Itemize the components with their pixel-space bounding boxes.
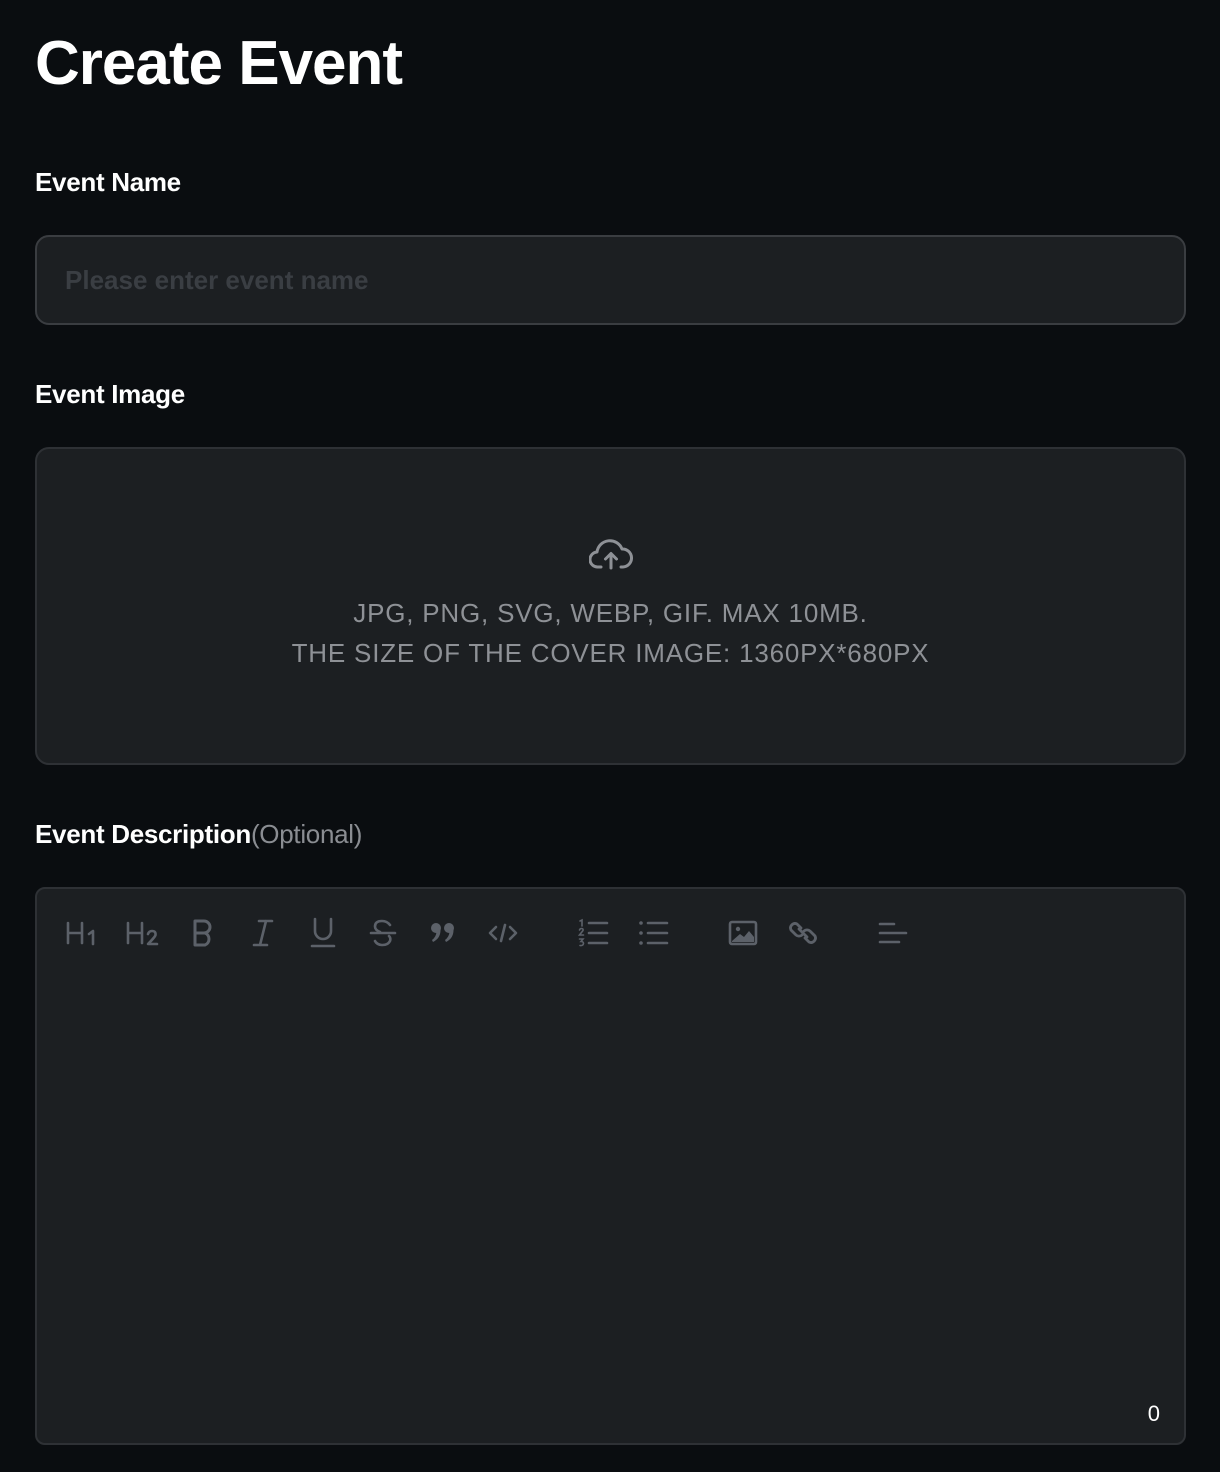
event-name-label: Event Name	[35, 167, 181, 197]
italic-button[interactable]	[243, 913, 283, 953]
heading-2-icon	[126, 921, 159, 946]
event-image-label: Event Image	[35, 379, 185, 409]
align-left-icon	[878, 922, 908, 944]
event-description-label-text: Event Description	[35, 819, 251, 849]
page-title: Create Event	[35, 29, 403, 98]
optional-tag: (Optional)	[250, 819, 363, 849]
underline-button[interactable]	[303, 913, 343, 953]
cloud-upload-icon	[589, 539, 633, 570]
bold-icon	[193, 919, 212, 947]
code-icon	[488, 923, 518, 943]
insert-link-button[interactable]	[783, 913, 823, 953]
ordered-list-button[interactable]	[573, 913, 613, 953]
insert-image-button[interactable]	[723, 913, 763, 953]
code-button[interactable]	[483, 913, 523, 953]
description-editor: 0	[35, 887, 1186, 1445]
bold-button[interactable]	[183, 913, 223, 953]
align-button[interactable]	[873, 913, 913, 953]
bullet-list-button[interactable]	[633, 913, 673, 953]
strikethrough-button[interactable]	[363, 913, 403, 953]
event-description-label: Event Description(Optional)	[35, 818, 362, 850]
bullet-list-icon	[639, 921, 669, 945]
editor-toolbar	[37, 889, 1184, 979]
upload-format-hint: JPG, PNG, SVG, WEBP, GIF. MAX 10MB.	[353, 598, 868, 628]
link-icon	[789, 922, 817, 944]
heading-1-icon	[66, 921, 95, 946]
heading-2-button[interactable]	[123, 913, 163, 953]
heading-1-button[interactable]	[63, 913, 103, 953]
event-name-input[interactable]	[35, 235, 1186, 325]
image-upload-dropzone[interactable]: JPG, PNG, SVG, WEBP, GIF. MAX 10MB. THE …	[35, 447, 1186, 765]
description-text-area[interactable]	[65, 979, 1156, 1393]
italic-icon	[252, 919, 274, 947]
character-count: 0	[1147, 1401, 1160, 1426]
strikethrough-icon	[369, 919, 397, 947]
blockquote-button[interactable]	[423, 913, 463, 953]
quote-icon	[431, 923, 454, 942]
ordered-list-icon	[577, 918, 609, 947]
image-icon	[728, 920, 758, 946]
upload-size-hint: THE SIZE OF THE COVER IMAGE: 1360PX*680P…	[291, 638, 930, 668]
underline-icon	[310, 917, 336, 948]
